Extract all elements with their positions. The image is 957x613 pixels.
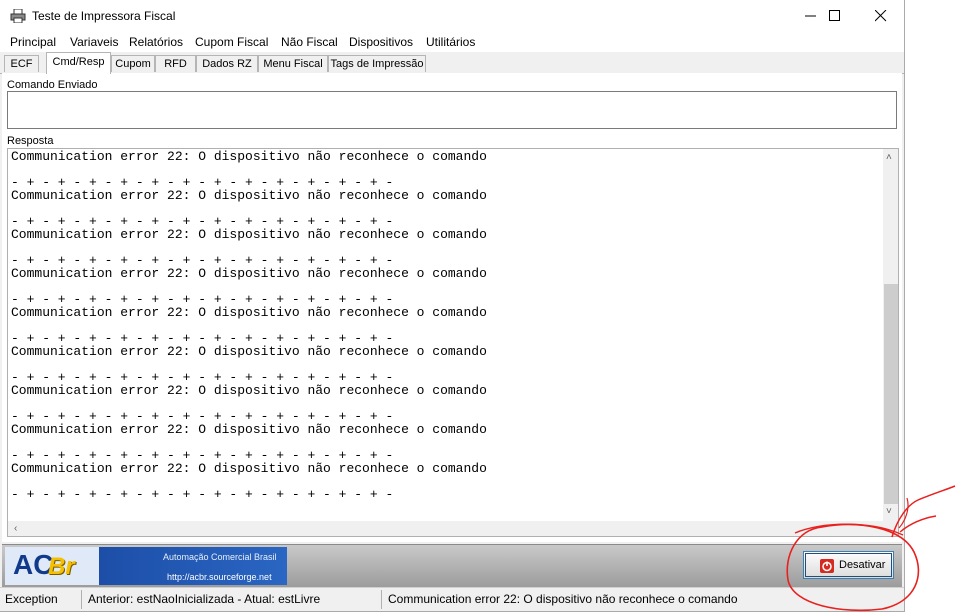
response-memo[interactable]: Communication error 22: O dispositivo nã… bbox=[7, 148, 899, 537]
menu-utilitarios[interactable]: Utilitários bbox=[426, 35, 475, 49]
cmd-resp-panel: Comando Enviado Resposta Communication e… bbox=[2, 73, 902, 542]
vertical-scroll-thumb[interactable] bbox=[884, 284, 898, 504]
tab-strip: ECF Cmd/Resp Cupom RFD Dados RZ Menu Fis… bbox=[0, 52, 904, 74]
status-state: Anterior: estNaoInicializada - Atual: es… bbox=[84, 590, 382, 609]
command-input[interactable] bbox=[7, 91, 897, 129]
menu-relatorios[interactable]: Relatórios bbox=[129, 35, 183, 49]
tab-rfd[interactable]: RFD bbox=[155, 55, 196, 72]
scroll-left-icon[interactable]: ‹ bbox=[14, 524, 17, 534]
scroll-down-icon[interactable]: ˅ bbox=[886, 507, 892, 517]
acbr-banner[interactable]: AC Br Automação Comercial Brasil http://… bbox=[5, 547, 287, 585]
menu-dispositivos[interactable]: Dispositivos bbox=[349, 35, 413, 49]
tab-menu-fiscal[interactable]: Menu Fiscal bbox=[258, 55, 328, 72]
power-icon bbox=[820, 559, 834, 573]
status-message: Communication error 22: O dispositivo nã… bbox=[388, 592, 738, 606]
menu-bar: Principal Variaveis Relatórios Cupom Fis… bbox=[0, 32, 904, 52]
response-label: Resposta bbox=[7, 135, 54, 147]
vertical-scrollbar[interactable]: ˄ ˅ bbox=[883, 149, 898, 521]
maximize-button[interactable] bbox=[812, 0, 858, 32]
menu-nao-fiscal[interactable]: Não Fiscal bbox=[281, 35, 338, 49]
menu-variaveis[interactable]: Variaveis bbox=[70, 35, 118, 49]
acbr-logo: AC Br bbox=[5, 547, 99, 585]
tab-cupom[interactable]: Cupom bbox=[111, 55, 155, 72]
command-label: Comando Enviado bbox=[7, 79, 98, 91]
bottom-toolbar: AC Br Automação Comercial Brasil http://… bbox=[2, 544, 902, 587]
logo-br-text: Br bbox=[48, 553, 75, 580]
desativar-label: Desativar bbox=[839, 559, 886, 571]
status-exception: Exception bbox=[1, 590, 82, 609]
horizontal-scrollbar[interactable]: ‹ bbox=[8, 521, 883, 536]
printer-icon bbox=[10, 9, 26, 23]
tab-tags-impressao[interactable]: Tags de Impressão bbox=[328, 55, 426, 72]
menu-cupom-fiscal[interactable]: Cupom Fiscal bbox=[195, 35, 268, 49]
window-title: Teste de Impressora Fiscal bbox=[32, 9, 176, 23]
maximize-icon bbox=[829, 10, 840, 21]
banner-url[interactable]: http://acbr.sourceforge.net bbox=[167, 572, 272, 582]
response-text: Communication error 22: O dispositivo nã… bbox=[11, 149, 487, 502]
close-button[interactable] bbox=[858, 0, 904, 32]
tab-cmd-resp[interactable]: Cmd/Resp bbox=[46, 52, 111, 74]
banner-title: Automação Comercial Brasil bbox=[163, 552, 277, 562]
title-bar[interactable]: Teste de Impressora Fiscal bbox=[0, 0, 904, 32]
close-icon bbox=[875, 10, 887, 22]
main-window: Teste de Impressora Fiscal Principal Var… bbox=[0, 0, 905, 612]
status-bar: Exception Anterior: estNaoInicializada -… bbox=[0, 587, 904, 611]
desativar-button[interactable]: Desativar bbox=[803, 551, 894, 579]
menu-principal[interactable]: Principal bbox=[10, 35, 56, 49]
scrollbar-corner bbox=[883, 521, 898, 536]
scroll-up-icon[interactable]: ˄ bbox=[886, 153, 892, 163]
tab-ecf[interactable]: ECF bbox=[4, 55, 39, 72]
tab-dados-rz[interactable]: Dados RZ bbox=[196, 55, 258, 72]
